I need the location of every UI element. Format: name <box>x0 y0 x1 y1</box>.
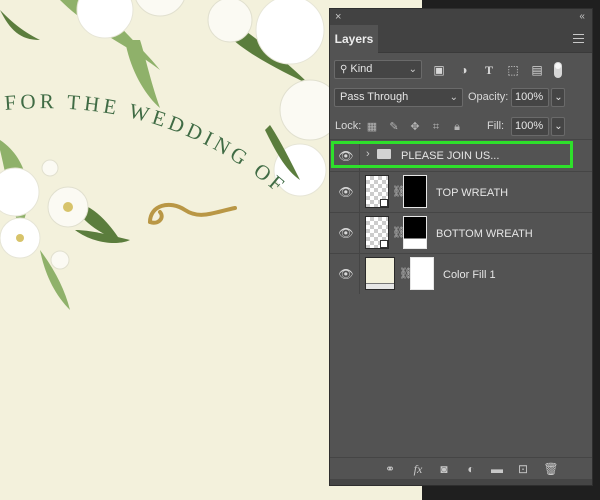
opacity-label: Opacity: <box>468 91 509 103</box>
collapse-panel-button[interactable]: ‹‹ <box>579 10 585 24</box>
chevron-down-icon: ⌄ <box>408 64 417 75</box>
image-filter-icon[interactable]: ▣ <box>431 62 447 78</box>
lock-image-pixels-icon[interactable]: ✎ <box>387 120 401 134</box>
chevron-down-icon: ⌄ <box>449 92 458 103</box>
layers-panel: × ‹‹ Layers ⚲ Kind ⌄ ▣ ◑ T ⬚ ▤ Pass Thro… <box>329 8 593 486</box>
layer-row-bottom-wreath[interactable]: 👁︎ ⛓︎ BOTTOM WREATH <box>330 212 592 253</box>
shape-filter-icon[interactable]: ⬚ <box>505 62 521 78</box>
chain-link-icon[interactable]: ⛓︎ <box>399 267 413 281</box>
fill-thumbnail[interactable] <box>365 257 395 290</box>
chain-link-icon[interactable]: ⛓︎ <box>392 226 406 240</box>
layer-name[interactable]: TOP WREATH <box>436 186 508 200</box>
panel-resize-strip[interactable] <box>330 479 592 485</box>
layers-bottom-toolbar: ⚭ fx ◙ ◐ ▬ ⊡ 🗑︎ <box>330 457 592 479</box>
add-mask-icon[interactable]: ◙ <box>436 461 452 477</box>
panel-tab-bar: Layers <box>330 25 592 53</box>
layer-thumbnail[interactable] <box>365 175 389 208</box>
filter-kind-label: Kind <box>350 63 373 75</box>
lock-position-icon[interactable]: ✥ <box>408 120 422 134</box>
fill-label: Fill: <box>487 120 505 132</box>
lock-transparent-pixels-icon[interactable]: ▦ <box>365 120 379 134</box>
layer-mask-thumbnail[interactable] <box>403 216 427 249</box>
panel-menu-icon[interactable] <box>573 34 584 43</box>
close-panel-button[interactable]: × <box>335 10 341 24</box>
opacity-input[interactable]: 100% <box>511 88 549 107</box>
arc-heading-text: FOR THE WEDDING OF <box>4 89 292 199</box>
fx-icon[interactable]: fx <box>410 461 426 477</box>
smart-object-badge-icon <box>380 240 388 248</box>
fill-input[interactable]: 100% <box>511 117 549 136</box>
chevron-down-icon: ⌄ <box>554 92 563 103</box>
type-filter-icon[interactable]: T <box>481 62 497 78</box>
lock-row: Lock: ▦ ✎ ✥ ⌗ 🔒︎ Fill: 100% ⌄ <box>330 116 592 138</box>
adjustment-filter-icon[interactable]: ◑ <box>456 62 472 78</box>
smart-object-filter-icon[interactable]: ▤ <box>529 62 545 78</box>
link-layers-icon[interactable]: ⚭ <box>382 461 398 477</box>
search-icon: ⚲ <box>340 64 348 75</box>
panel-title-bar: × ‹‹ <box>330 9 592 25</box>
eye-visibility-icon[interactable]: 👁︎ <box>337 268 355 280</box>
layer-thumbnail[interactable] <box>365 216 389 249</box>
layer-name[interactable]: BOTTOM WREATH <box>436 227 533 241</box>
filter-row: ⚲ Kind ⌄ ▣ ◑ T ⬚ ▤ <box>330 59 592 81</box>
layer-mask-thumbnail[interactable] <box>410 257 434 290</box>
blend-mode-value: Pass Through <box>340 91 409 103</box>
new-layer-icon[interactable]: ⊡ <box>515 461 531 477</box>
delete-icon[interactable]: 🗑︎ <box>543 461 559 477</box>
chain-link-icon[interactable]: ⛓︎ <box>392 185 406 199</box>
blend-mode-select[interactable]: Pass Through ⌄ <box>334 88 463 107</box>
selection-highlight <box>331 141 573 168</box>
eye-visibility-icon[interactable]: 👁︎ <box>337 227 355 239</box>
layer-name[interactable]: Color Fill 1 <box>443 268 496 282</box>
layer-mask-thumbnail[interactable] <box>403 175 427 208</box>
adjustment-layer-icon[interactable]: ◐ <box>463 461 479 477</box>
layer-row-top-wreath[interactable]: 👁︎ ⛓︎ TOP WREATH <box>330 171 592 212</box>
layer-row-group[interactable]: 👁︎ › PLEASE JOIN US... <box>330 139 592 171</box>
fill-swatch-bar <box>366 283 394 289</box>
smart-object-badge-icon <box>380 199 388 207</box>
layer-row-color-fill[interactable]: 👁︎ ⛓︎ Color Fill 1 <box>330 253 592 294</box>
filter-kind-select[interactable]: ⚲ Kind ⌄ <box>334 60 422 79</box>
eye-visibility-icon[interactable]: 👁︎ <box>337 186 355 198</box>
fill-dropdown-button[interactable]: ⌄ <box>551 117 565 136</box>
tab-layers[interactable]: Layers <box>330 25 378 53</box>
lock-artboard-icon[interactable]: ⌗ <box>429 120 443 134</box>
lock-all-icon[interactable]: 🔒︎ <box>450 120 464 134</box>
left-floral-decoration <box>0 10 130 310</box>
lock-label: Lock: <box>335 120 362 132</box>
opacity-dropdown-button[interactable]: ⌄ <box>551 88 565 107</box>
chevron-down-icon: ⌄ <box>554 121 563 132</box>
new-group-icon[interactable]: ▬ <box>489 461 505 477</box>
filter-toggle-switch[interactable] <box>554 62 562 78</box>
blend-row: Pass Through ⌄ Opacity: 100% ⌄ <box>330 87 592 109</box>
